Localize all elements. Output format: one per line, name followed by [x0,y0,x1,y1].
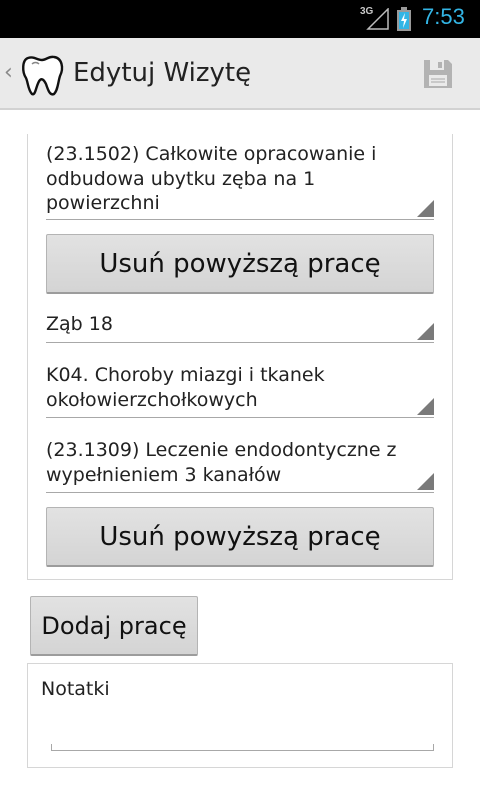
action-bar: ‹ Edytuj Wizytę [0,38,480,110]
battery-charging-icon [397,7,411,31]
procedure-spinner[interactable]: (23.1502) Całkowite opracowanie i odbudo… [46,142,434,220]
chevron-left-icon[interactable]: ‹ [4,60,13,85]
diagnosis-spinner[interactable]: K04. Choroby miazgi i tkanek okołowierzc… [46,363,434,418]
tooth-spinner[interactable]: Ząb 18 [46,312,434,343]
diagnosis-value: K04. Choroby miazgi i tkanek okołowierzc… [46,364,325,411]
tooth-value: Ząb 18 [46,313,113,335]
procedure-spinner[interactable]: (23.1309) Leczenie endodontyczne z wypeł… [46,438,434,493]
dropdown-arrow-icon [417,200,434,217]
remove-work-button[interactable]: Usuń powyższą pracę [46,234,434,294]
remove-work-button[interactable]: Usuń powyższą pracę [46,507,434,567]
procedure-value: (23.1502) Całkowite opracowanie i odbudo… [46,143,377,214]
notes-input-underline [51,744,434,751]
floppy-disk-icon[interactable] [420,56,456,92]
tooth-icon[interactable] [18,50,66,98]
dropdown-arrow-icon [417,473,434,490]
status-bar: 3G 7:53 [0,0,480,38]
procedure-value: (23.1309) Leczenie endodontyczne z wypeł… [46,439,397,486]
dropdown-arrow-icon [417,323,434,340]
add-work-button[interactable]: Dodaj pracę [30,596,198,656]
notes-field[interactable]: Notatki [27,663,453,768]
page-title: Edytuj Wizytę [73,58,252,88]
signal-icon [366,8,389,30]
dropdown-arrow-icon [417,398,434,415]
clock: 7:53 [422,4,465,29]
notes-placeholder: Notatki [41,678,110,700]
